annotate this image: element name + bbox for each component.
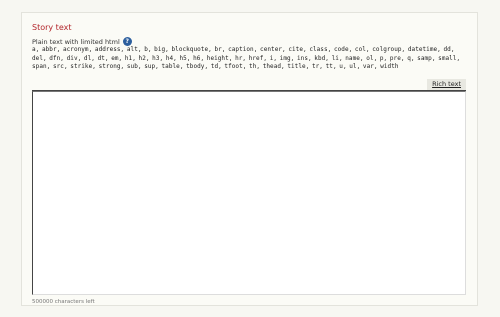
story-text-editor[interactable]: [32, 91, 466, 295]
format-hint: Plain text with limited html: [32, 37, 120, 46]
allowed-tags-list: a, abbr, acronym, address, alt, b, big, …: [32, 46, 461, 70]
story-text-title: Story text: [32, 23, 72, 32]
editor-toolbar: Rich text: [32, 79, 466, 91]
story-text-panel: Story text Plain text with limited html …: [21, 12, 478, 306]
help-icon[interactable]: ?: [122, 37, 132, 46]
format-hint-row: Plain text with limited html ?: [32, 37, 132, 46]
rich-text-link[interactable]: Rich text: [427, 79, 466, 90]
characters-left-counter: 500000 characters left: [32, 299, 95, 305]
